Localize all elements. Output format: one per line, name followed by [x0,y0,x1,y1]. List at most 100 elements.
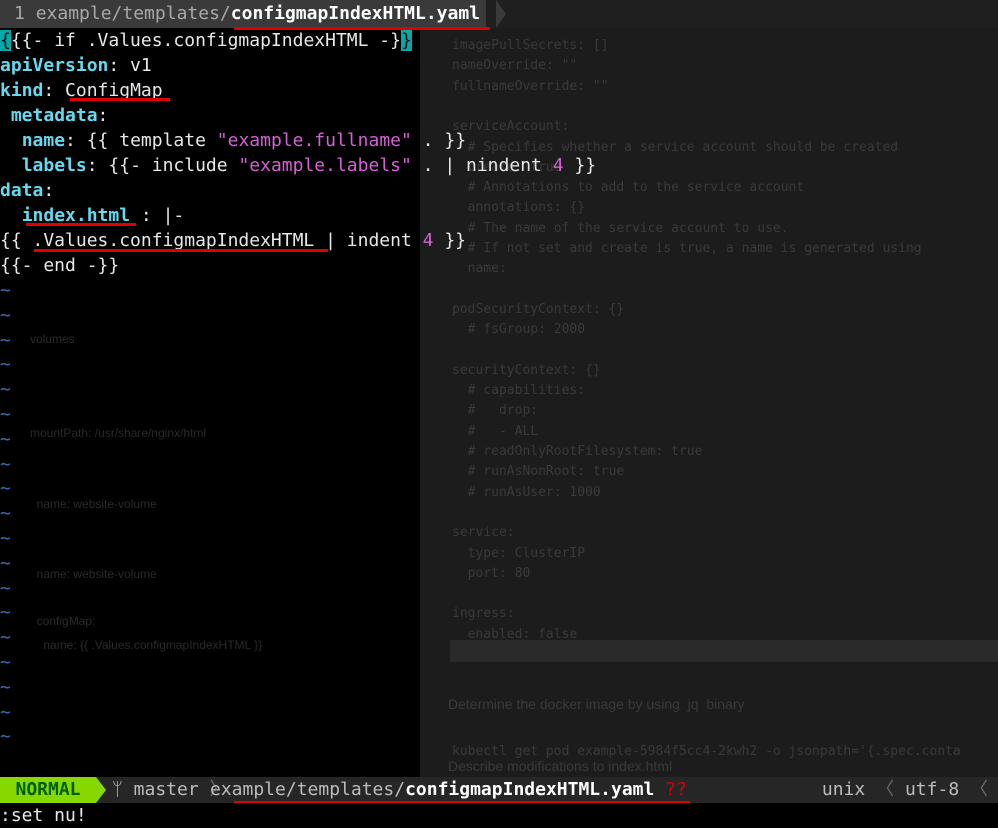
code-line: labels: {{- include "example.labels" . |… [0,153,596,178]
code-line: {{- end -}} [0,253,119,278]
file-dir: example/templates/ [210,779,406,800]
background-line: # The name of the service account to use… [452,220,789,236]
code-line: metadata: [0,103,109,128]
background-line: name: [452,261,507,277]
empty-line-marker: ~ [0,676,11,698]
empty-line-marker: ~ [0,453,11,475]
code-text: {{ .Values.configmapIndexHTML | indent [0,230,423,251]
background-line: name: {{ .Values.configmapIndexHTML }} [30,637,263,652]
background-line: # fsGroup: 2000 [452,322,586,338]
empty-line-marker: ~ [0,552,11,574]
tab-active[interactable]: 1 example/templates/configmapIndexHTML.y… [0,0,487,28]
annotation-underline [26,223,136,226]
empty-line-marker: ~ [0,602,11,624]
command-line[interactable]: :set nu! [0,803,998,828]
empty-line-marker: ~ [0,379,11,401]
tabline: 1 example/templates/configmapIndexHTML.y… [0,0,998,28]
empty-line-marker: ~ [0,701,11,723]
empty-line-marker: ~ [0,428,11,450]
background-line: type: ClusterIP [452,545,586,561]
mode-indicator: NORMAL [0,777,96,803]
background-line: # readOnlyRootFilesystem: true [452,444,703,459]
code-text: }} [563,155,597,176]
empty-line-marker: ~ [0,354,11,376]
number-literal: 4 [422,230,434,251]
code-line: name: {{ template "example.fullname" . }… [0,128,466,153]
background-line: # runAsUser: 1000 [452,484,601,500]
file-name: configmapIndexHTML.yaml [405,779,655,800]
background-line: # If not set and create is true, a name … [452,241,922,256]
background-line: fullnameOverride: "" [452,78,609,94]
number-literal: 4 [552,155,564,176]
yaml-key: metadata [10,105,98,126]
background-line: # Annotations to add to the service acco… [452,180,805,196]
file-info: unix 〈 utf-8 〈 [822,777,988,803]
matched-brace: } [400,30,412,51]
background-line: annotations: {} [452,200,586,216]
tab-dir: example/templates/ [35,3,231,24]
yaml-key: apiVersion [0,55,109,76]
code-line: apiVersion: v1 [0,53,152,78]
empty-line-marker: ~ [0,503,11,525]
background-line: # capabilities: [452,383,586,399]
background-line: # - ALL [452,423,539,439]
background-line: configMap: [30,614,96,628]
background-document: imagePullSecrets: [] nameOverride: "" full… [420,28,998,778]
string-literal: "example.labels" [238,155,412,176]
code-line: {{{- if .Values.configmapIndexHTML -}} [0,28,412,53]
background-line: mountPath: /usr/share/nginx/html [30,426,207,440]
empty-line-marker: ~ [0,280,11,301]
code-line: data: [0,178,54,203]
string-literal: "example.fullname" [216,130,412,151]
empty-line-marker: ~ [0,478,11,500]
statusline: NORMAL ᛘ master 〉 example/templates/conf… [0,777,998,803]
code-text: : [43,80,66,101]
background-line: imagePullSecrets: [] [452,38,609,53]
background-prose: Describe modifications to index.html [448,758,673,774]
code-text: . | nindent [411,155,553,176]
empty-line-marker: ~ [0,329,11,351]
mode-separator-icon [96,777,106,803]
code-text: {{- if .Values.configmapIndexHTML -} [10,30,401,51]
file-path: example/templates/configmapIndexHTML.yam… [210,777,687,803]
background-command: kubectl get pod example-5984f5cc4-2kwh2 … [452,744,961,759]
background-line: name: website-volume [30,567,157,581]
file-format: unix [821,779,866,800]
branch-name: master [133,779,199,800]
background-line: service: [452,525,515,541]
background-line: ingress: [452,606,515,622]
background-line: volumes [30,332,75,346]
tab-separator-icon [496,0,506,28]
yaml-key: data [0,180,44,201]
code-text: }} [433,230,466,251]
git-branch-icon: ᛘ [112,779,123,800]
tab-number: 1 [14,3,25,24]
annotation-underline [70,98,170,101]
separator-icon: 〈 [970,779,988,800]
background-line: nameOverride: "" [452,58,578,74]
empty-line-marker: ~ [0,528,11,549]
code-text: {{- end -}} [0,255,120,276]
file-encoding: utf-8 [904,779,960,800]
separator-icon: 〈 [876,779,895,800]
background-line: podSecurityContext: {} [452,301,625,317]
background-statusline [450,640,998,662]
empty-line-marker: ~ [0,577,11,599]
modified-flag: ?? [665,779,687,800]
background-left-text: volumes mountPath: /usr/share/nginx/html … [0,280,420,793]
matched-brace: { [0,30,11,51]
annotation-underline [34,249,328,252]
empty-line-marker: ~ [0,627,11,649]
empty-line-marker: ~ [0,304,11,326]
yaml-key: kind [0,80,44,101]
background-line: securityContext: {} [452,362,601,378]
empty-line-marker: ~ [0,652,11,673]
empty-line-marker: ~ [0,404,11,425]
code-text: : [97,105,109,126]
code-text: : {{ template [65,130,217,151]
tab-file: configmapIndexHTML.yaml [230,3,481,24]
background-line: serviceAccount: [452,119,570,135]
background-line: # runAsNonRoot: true [452,464,625,480]
code-text: . }} [411,130,467,151]
code-text: : [43,180,55,201]
